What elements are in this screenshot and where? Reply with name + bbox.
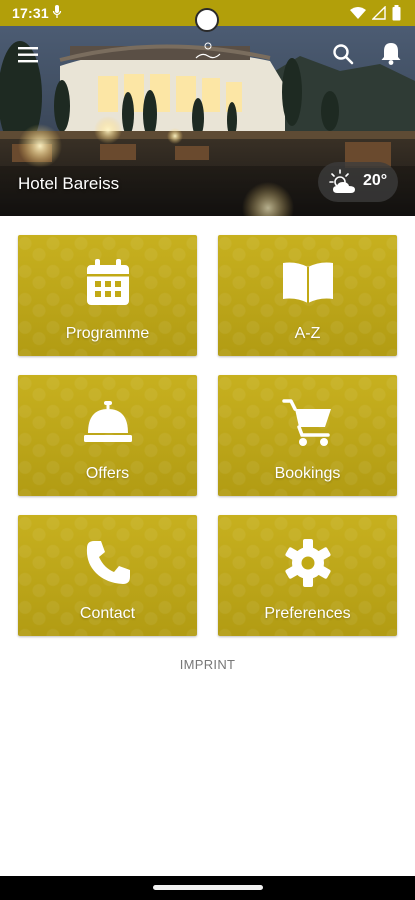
weather-widget[interactable]: 20° (318, 162, 398, 202)
tile-offers[interactable]: Offers (18, 375, 197, 496)
tile-preferences[interactable]: Preferences (218, 515, 397, 636)
camera-cutout (195, 8, 219, 32)
tile-label: Contact (79, 605, 136, 622)
temperature: 20° (363, 172, 388, 189)
tile-label: Programme (65, 325, 150, 342)
tile-a-z[interactable]: A-Z (218, 235, 397, 356)
calendar-icon (86, 259, 129, 305)
partly-cloudy-icon (329, 169, 355, 193)
service-bell-icon (83, 401, 132, 442)
tile-bookings[interactable]: Bookings (218, 375, 397, 496)
phone-icon (86, 541, 130, 584)
hotel-logo (195, 42, 221, 59)
hero-header: Hotel Bareiss 20° (0, 26, 415, 216)
hotel-name: Hotel Bareiss (18, 174, 120, 193)
battery-icon (392, 5, 401, 21)
gear-icon (284, 539, 331, 587)
microphone-icon (52, 5, 62, 18)
tile-label: Bookings (274, 465, 341, 482)
bell-icon[interactable] (378, 40, 404, 66)
tile-label: A-Z (294, 325, 321, 342)
navigation-bar (0, 876, 415, 900)
book-icon (282, 262, 333, 303)
imprint-link[interactable]: IMPRINT (0, 657, 415, 672)
tile-programme[interactable]: Programme (18, 235, 197, 356)
status-icons (350, 5, 401, 21)
wifi-icon (350, 7, 366, 19)
search-icon[interactable] (331, 42, 355, 66)
status-time: 17:31 (12, 5, 49, 21)
cart-icon (281, 399, 331, 446)
signal-icon (372, 6, 386, 20)
tile-label: Preferences (264, 605, 351, 622)
home-gesture-handle[interactable] (153, 885, 263, 890)
tile-contact[interactable]: Contact (18, 515, 197, 636)
tile-label: Offers (85, 465, 130, 482)
menu-icon[interactable] (16, 44, 42, 66)
